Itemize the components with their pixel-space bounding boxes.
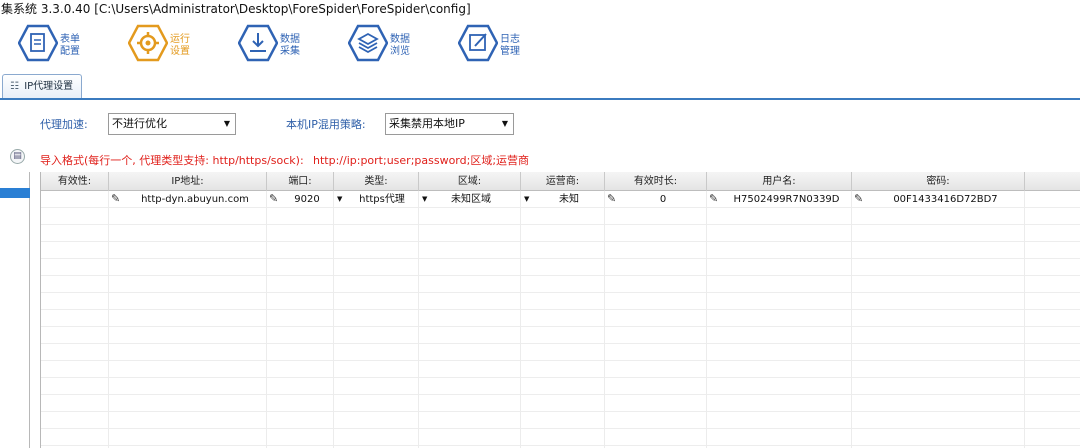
tab-strip-line bbox=[0, 98, 1080, 100]
column-divider bbox=[333, 191, 334, 448]
column-divider bbox=[851, 191, 852, 448]
cell-password[interactable]: 00F1433416D72BD7 bbox=[868, 191, 1023, 208]
cell-port[interactable]: 9020 bbox=[283, 191, 331, 208]
column-divider bbox=[706, 191, 707, 448]
cell-valid[interactable] bbox=[41, 191, 108, 208]
proxy-accel-label: 代理加速: bbox=[40, 118, 88, 131]
toolbar-run-settings-button[interactable]: 运行 设置 bbox=[128, 23, 238, 63]
cell-region[interactable]: 未知区域 bbox=[432, 191, 510, 208]
tab-ip-proxy-settings[interactable]: ☷ IP代理设置 bbox=[2, 74, 82, 99]
cell-isp[interactable]: 未知 bbox=[535, 191, 603, 208]
chevron-down-icon: ▼ bbox=[223, 119, 230, 128]
column-header-password[interactable]: 密码: bbox=[852, 172, 1025, 191]
local-ip-strategy-label: 本机IP混用策略: bbox=[286, 118, 366, 131]
column-divider bbox=[1024, 191, 1025, 448]
column-divider bbox=[520, 191, 521, 448]
import-format-pattern: http://ip:port;user;password;区域;运营商 bbox=[313, 154, 530, 167]
toolbar-data-collect-button[interactable]: 数据 采集 bbox=[238, 23, 348, 63]
proxy-icon: ☷ bbox=[10, 81, 19, 92]
column-divider bbox=[604, 191, 605, 448]
download-icon bbox=[238, 24, 278, 62]
toolbar-form-config-label: 表单 配置 bbox=[60, 34, 80, 57]
chevron-down-icon[interactable]: ▼ bbox=[337, 191, 342, 208]
toolbar-log-manage-label: 日志 管理 bbox=[500, 34, 520, 57]
column-divider bbox=[266, 191, 267, 448]
toolbar-run-settings-label: 运行 设置 bbox=[170, 34, 190, 57]
cell-username[interactable]: H7502499R7N0339D bbox=[723, 191, 850, 208]
column-header-isp[interactable]: 运营商: bbox=[521, 172, 605, 191]
pencil-icon[interactable]: ✎ bbox=[607, 192, 616, 205]
chevron-down-icon: ▼ bbox=[501, 119, 508, 128]
form-icon bbox=[18, 24, 58, 62]
gear-icon bbox=[128, 24, 168, 62]
left-list-panel[interactable] bbox=[0, 172, 30, 448]
column-header-valid[interactable]: 有效性: bbox=[41, 172, 109, 191]
pencil-icon[interactable]: ✎ bbox=[854, 192, 863, 205]
proxy-accel-select[interactable]: 不进行优化 ▼ bbox=[108, 113, 236, 135]
toolbar-data-browse-label: 数据 浏览 bbox=[390, 34, 410, 57]
local-ip-strategy-value: 采集禁用本地IP bbox=[389, 117, 465, 130]
import-format-text: 导入格式(每行一个, 代理类型支持: http/https/sock): bbox=[40, 154, 304, 167]
save-icon[interactable]: ▤ bbox=[10, 149, 25, 164]
pencil-icon[interactable]: ✎ bbox=[111, 192, 120, 205]
tab-ip-proxy-label: IP代理设置 bbox=[24, 81, 74, 92]
window-title: 集系统 3.3.0.40 [C:\Users\Administrator\Des… bbox=[1, 2, 471, 16]
column-divider bbox=[108, 191, 109, 448]
cell-duration[interactable]: 0 bbox=[621, 191, 705, 208]
table-body: ✎ http-dyn.abuyun.com ✎ 9020 ▼ https代理 ▼… bbox=[41, 191, 1080, 448]
column-header-duration[interactable]: 有效时长: bbox=[605, 172, 707, 191]
chevron-down-icon[interactable]: ▼ bbox=[524, 191, 529, 208]
toolbar-log-manage-button[interactable]: 日志 管理 bbox=[458, 23, 568, 63]
main-toolbar: 表单 配置 运行 设置 数据 采集 数据 浏览 日志 管理 bbox=[0, 18, 1080, 68]
column-header-port[interactable]: 端口: bbox=[267, 172, 334, 191]
toolbar-form-config-button[interactable]: 表单 配置 bbox=[18, 23, 128, 63]
pencil-icon[interactable]: ✎ bbox=[709, 192, 718, 205]
column-header-type[interactable]: 类型: bbox=[334, 172, 419, 191]
edit-icon bbox=[458, 24, 498, 62]
toolbar-data-browse-button[interactable]: 数据 浏览 bbox=[348, 23, 458, 63]
left-list-selected-item[interactable] bbox=[0, 188, 30, 198]
toolbar-data-collect-label: 数据 采集 bbox=[280, 34, 300, 57]
cell-type[interactable]: https代理 bbox=[347, 191, 417, 208]
chevron-down-icon[interactable]: ▼ bbox=[422, 191, 427, 208]
column-header-username[interactable]: 用户名: bbox=[707, 172, 852, 191]
table-row[interactable]: ✎ http-dyn.abuyun.com ✎ 9020 ▼ https代理 ▼… bbox=[41, 191, 1080, 208]
layers-icon bbox=[348, 24, 388, 62]
cell-ip[interactable]: http-dyn.abuyun.com bbox=[125, 191, 265, 208]
table-header: 有效性: IP地址: 端口: 类型: 区域: 运营商: 有效时长: 用户名: 密… bbox=[41, 172, 1080, 191]
column-divider bbox=[418, 191, 419, 448]
proxy-table[interactable]: 有效性: IP地址: 端口: 类型: 区域: 运营商: 有效时长: 用户名: 密… bbox=[40, 172, 1080, 448]
proxy-accel-value: 不进行优化 bbox=[112, 117, 167, 130]
local-ip-strategy-select[interactable]: 采集禁用本地IP ▼ bbox=[385, 113, 514, 135]
pencil-icon[interactable]: ✎ bbox=[269, 192, 278, 205]
column-header-region[interactable]: 区域: bbox=[419, 172, 521, 191]
column-header-ip[interactable]: IP地址: bbox=[109, 172, 267, 191]
